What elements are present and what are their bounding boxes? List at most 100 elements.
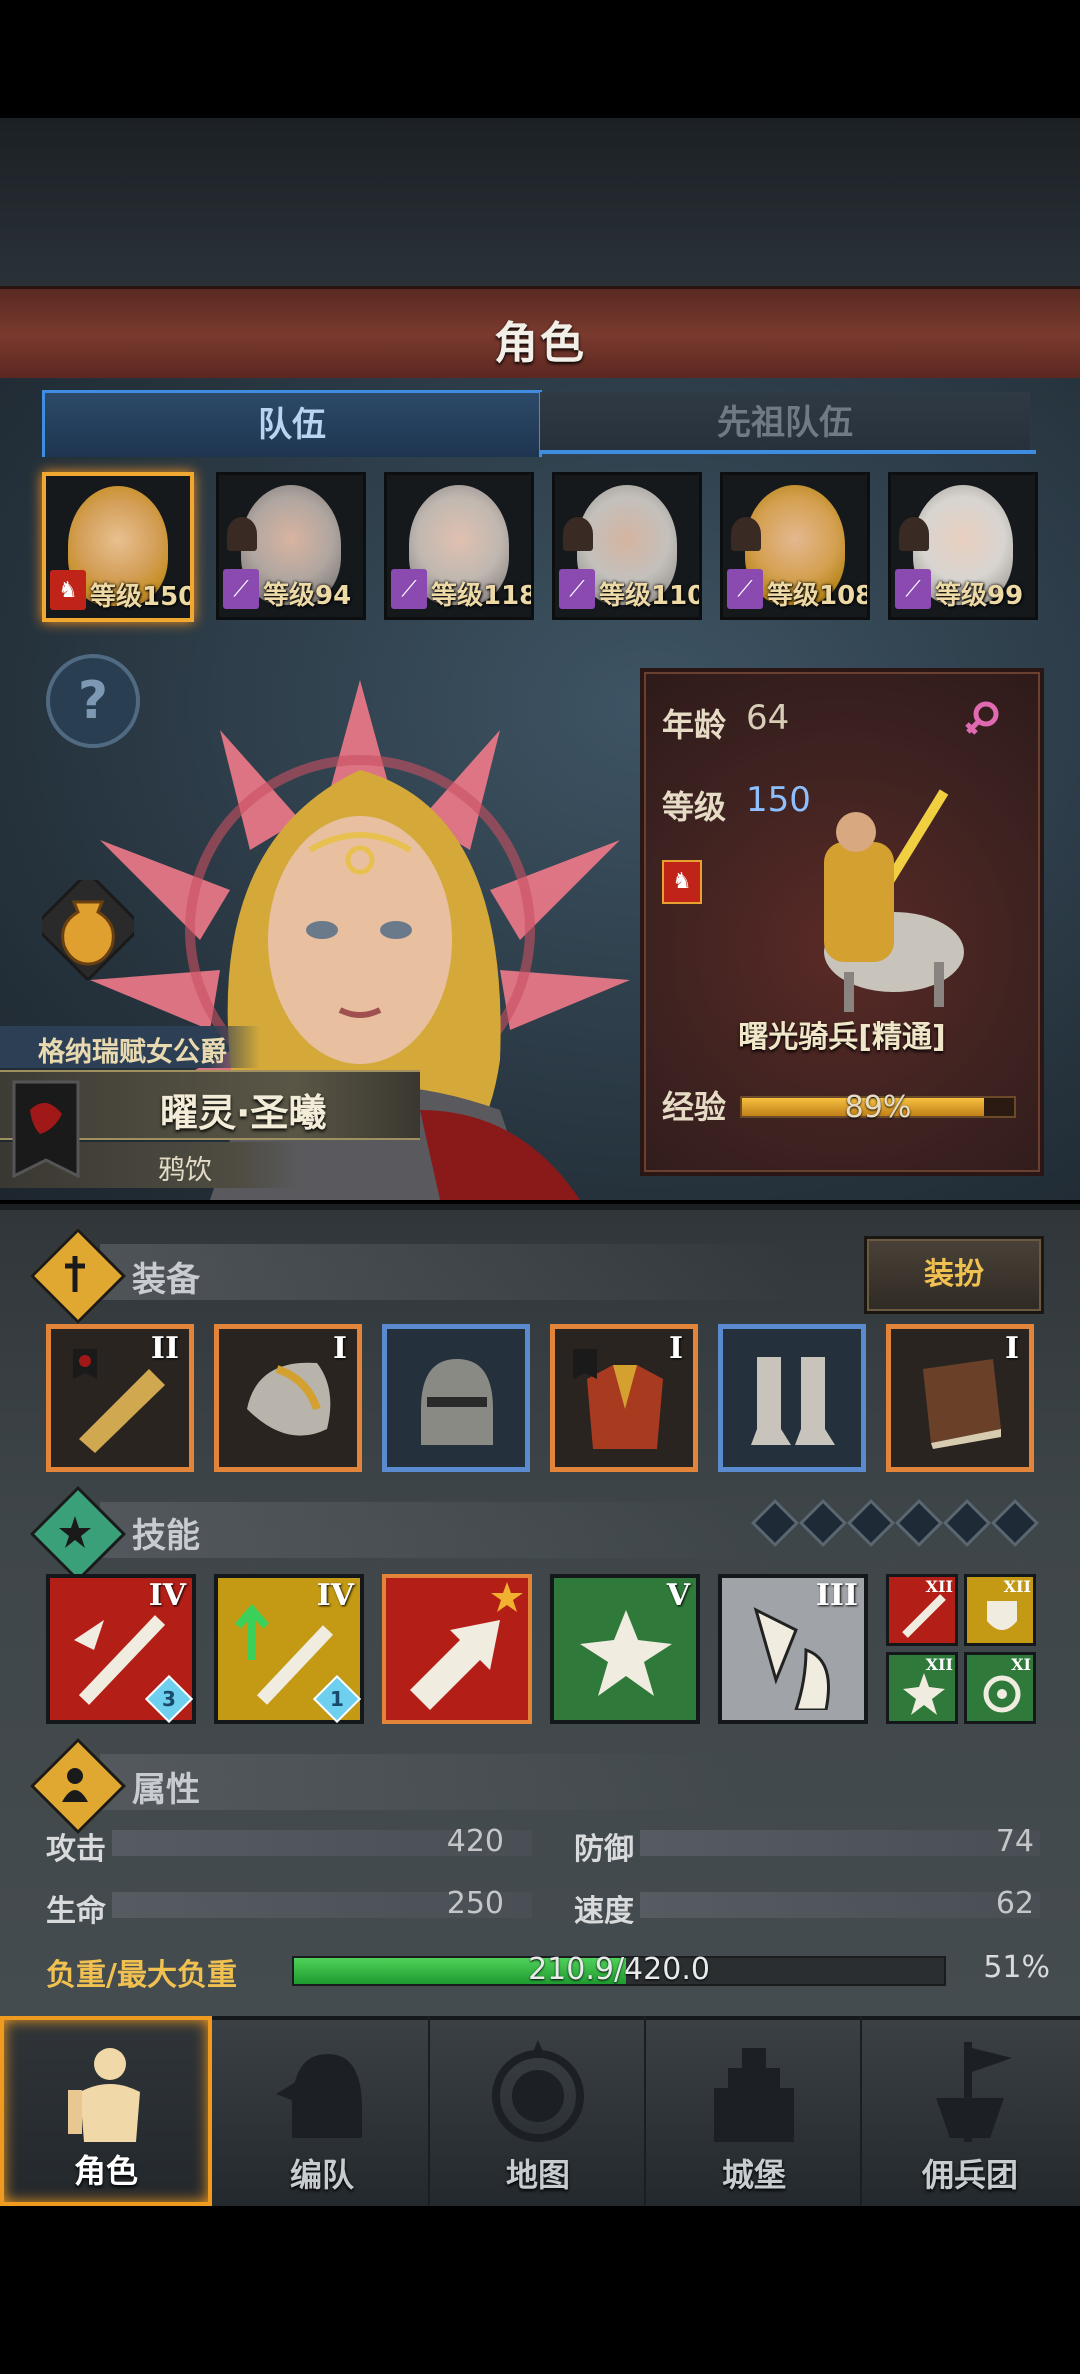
party-member-level: 等级150 <box>90 582 194 612</box>
skill-slot-1[interactable]: IV 3 <box>46 1574 196 1724</box>
character-info-panel: 年龄 64 等级 150 ♞ 曙光骑兵[精通] 经验 89% <box>640 668 1044 1176</box>
class-icon: ♞ <box>50 570 86 610</box>
skill-slot-indicators <box>750 1498 1040 1548</box>
nav-character-label: 角色 <box>73 2152 138 2190</box>
level-label: 等级 <box>662 788 727 826</box>
hero-name: 曜灵·圣曦 <box>160 1091 327 1135</box>
age-label: 年龄 <box>662 706 727 744</box>
party-member-2[interactable]: ⟋ 等级94 <box>216 472 366 620</box>
nav-castle[interactable]: 城堡 <box>648 2016 862 2206</box>
dress-up-label: 装扮 <box>924 1257 984 1292</box>
small-skill-3[interactable]: XII <box>886 1652 958 1724</box>
party-member-3[interactable]: ⟋ 等级118 <box>384 472 534 620</box>
sword-icon <box>65 1256 85 1292</box>
nav-character[interactable]: 角色 <box>0 2016 212 2206</box>
hp-label: 生命 <box>46 1894 106 1929</box>
nav-castle-label: 城堡 <box>721 2156 786 2194</box>
party-member-level: 等级94 <box>263 581 352 611</box>
small-skill-sword-icon <box>902 1594 946 1638</box>
book-icon <box>923 1359 1001 1449</box>
tab-team[interactable]: 队伍 <box>42 390 542 457</box>
skill-slot-5[interactable]: III <box>718 1574 868 1724</box>
class-art <box>824 789 964 1012</box>
party-member-5[interactable]: ⟋ 等级108 <box>720 472 870 620</box>
equipment-title: 装备 <box>132 1260 200 1300</box>
dress-up-button[interactable]: 装扮 <box>864 1236 1044 1314</box>
nav-formation-label: 编队 <box>289 2156 354 2194</box>
nav-map-label: 地图 <box>505 2156 570 2194</box>
cavalry-class-icon: ♞ <box>662 860 702 904</box>
race-icon <box>899 517 929 551</box>
exp-bar: 89% <box>740 1090 1016 1125</box>
equipment-slot-helmet[interactable] <box>382 1324 530 1472</box>
skill-slot-diamond <box>942 1498 992 1548</box>
age-value: 64 <box>746 698 790 738</box>
equipment-slot-trinket[interactable]: I <box>886 1324 1034 1472</box>
hero-title-plate: 格纳瑞赋女公爵 <box>0 1026 260 1068</box>
shoulder-armor-icon <box>247 1362 331 1436</box>
party-member-4[interactable]: ⟋ 等级110 <box>552 472 702 620</box>
top-dark-band <box>0 118 1080 286</box>
question-icon: ? <box>77 671 109 731</box>
skill-slot-4[interactable]: V <box>550 1574 700 1724</box>
nav-map[interactable]: 地图 <box>432 2016 646 2206</box>
tab-ancestor-team-label: 先祖队伍 <box>717 403 853 443</box>
small-skill-target-icon <box>983 1675 1021 1713</box>
race-icon <box>563 517 593 551</box>
party-member-level: 等级99 <box>935 581 1024 611</box>
urn-icon[interactable] <box>42 880 134 980</box>
skill-slot-diamond <box>798 1498 848 1548</box>
castle-icon <box>714 2048 794 2142</box>
equipment-slot-chest[interactable]: I <box>550 1324 698 1472</box>
tab-ancestor-team[interactable]: 先祖队伍 <box>540 392 1030 454</box>
small-skill-4[interactable]: XI <box>964 1652 1036 1724</box>
skill-tier: IV <box>316 1578 354 1613</box>
equipment-slot-boots[interactable] <box>718 1324 866 1472</box>
page-title: 角色 <box>494 318 586 369</box>
staff-class-icon: ⟋ <box>391 569 427 609</box>
race-icon <box>227 517 257 551</box>
staff-class-icon: ⟋ <box>727 569 763 609</box>
speed-label: 速度 <box>574 1894 634 1929</box>
skill-tier: III <box>815 1578 858 1613</box>
nav-mercenary[interactable]: 佣兵团 <box>864 2016 1076 2206</box>
small-skill-2[interactable]: XII <box>964 1574 1036 1646</box>
banner-icon <box>12 1080 80 1178</box>
tab-team-label: 队伍 <box>258 405 326 445</box>
skill-crystal-icon <box>753 1607 830 1710</box>
skill-crystal-burst-icon <box>580 1610 672 1696</box>
star-icon <box>59 1516 91 1548</box>
party-member-6[interactable]: ⟋ 等级99 <box>888 472 1038 620</box>
female-icon <box>965 701 999 735</box>
race-icon <box>731 517 761 551</box>
hero-subtitle: 鸦饮 <box>158 1155 212 1186</box>
equipment-header-band <box>100 1244 800 1300</box>
skill-tier: XII <box>1003 1577 1031 1596</box>
page-header: 角色 <box>0 286 1080 385</box>
tier-label: I <box>1004 1331 1019 1366</box>
skill-slot-diamond <box>990 1498 1040 1548</box>
skill-slot-diamond <box>894 1498 944 1548</box>
small-skill-burst-icon <box>903 1673 945 1715</box>
skill-tier: XII <box>925 1577 953 1596</box>
staff-class-icon: ⟋ <box>223 569 259 609</box>
helmet-icon <box>421 1359 493 1445</box>
mercenary-flag-icon <box>936 2042 1012 2142</box>
skill-slot-3[interactable] <box>382 1574 532 1724</box>
exp-label: 经验 <box>662 1088 727 1126</box>
skill-slot-diamond <box>846 1498 896 1548</box>
skills-title: 技能 <box>132 1516 200 1556</box>
party-member-1[interactable]: ♞ 等级150 <box>42 472 194 622</box>
small-skill-shield-icon <box>987 1601 1017 1630</box>
skill-tier: XI <box>1011 1655 1031 1674</box>
equipment-slot-shoulder[interactable]: I <box>214 1324 362 1472</box>
exp-percent: 89% <box>844 1090 912 1125</box>
speed-value: 62 <box>995 1886 1034 1921</box>
nav-formation[interactable]: 编队 <box>216 2016 430 2206</box>
small-skill-1[interactable]: XII <box>886 1574 958 1646</box>
skill-slot-2[interactable]: IV 1 <box>214 1574 364 1724</box>
help-button[interactable]: ? <box>46 654 140 748</box>
load-bar: 210.9/420.0 <box>292 1952 946 1987</box>
equipment-slot-weapon[interactable]: II <box>46 1324 194 1472</box>
bottom-black-bar <box>0 2206 1080 2374</box>
